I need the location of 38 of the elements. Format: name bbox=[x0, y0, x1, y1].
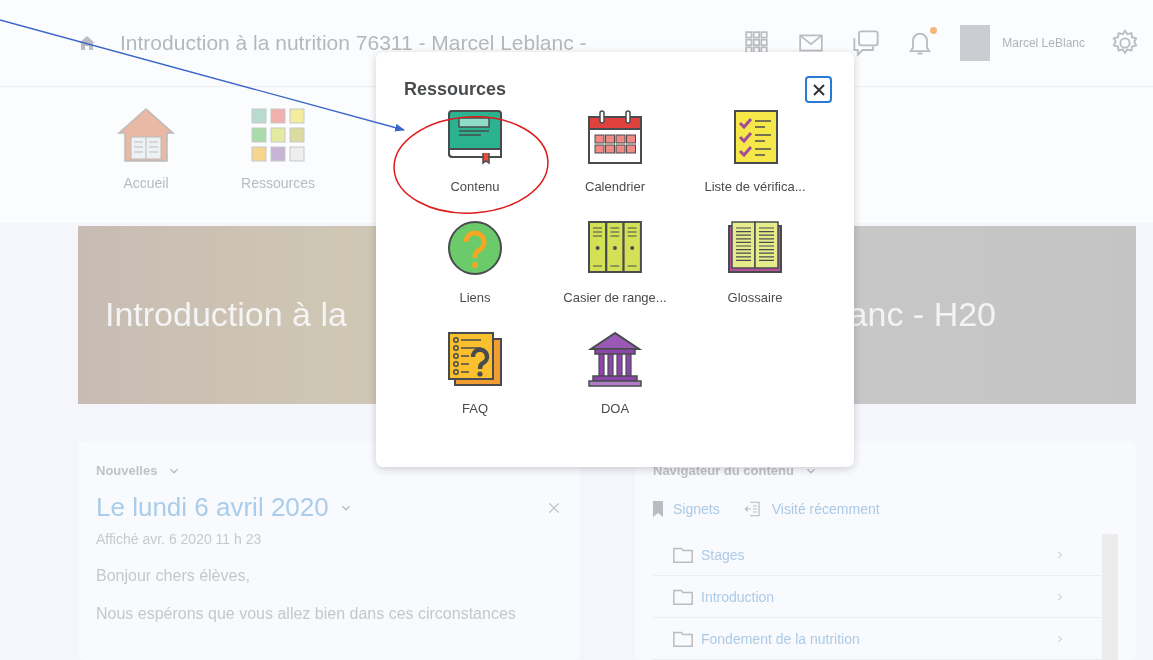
unread-dot bbox=[930, 27, 938, 35]
book-icon bbox=[447, 109, 503, 165]
nav-item[interactable]: Ressources bbox=[232, 107, 324, 223]
avatar-placeholder[interactable] bbox=[960, 25, 991, 62]
panel-title: Nouvelles bbox=[96, 463, 158, 478]
banner-title: Introduction à la bbox=[105, 295, 347, 335]
question-mark-icon bbox=[447, 220, 503, 276]
resource-tile[interactable]: Liens bbox=[405, 220, 545, 305]
institution-icon bbox=[587, 331, 643, 387]
resource-tile[interactable]: DOA bbox=[545, 331, 685, 416]
course-title: Introduction à la nutrition 76311 - Marcel Leblanc - bbox=[120, 31, 588, 56]
close-button[interactable] bbox=[805, 76, 832, 103]
home-icon[interactable] bbox=[78, 35, 96, 52]
content-list-item[interactable]: Stages bbox=[653, 534, 1102, 576]
lockers-icon bbox=[587, 220, 643, 276]
resource-tile[interactable]: FAQ bbox=[405, 331, 545, 416]
resource-tile[interactable]: Glossaire bbox=[685, 220, 825, 305]
resource-tile[interactable]: Calendrier bbox=[545, 109, 685, 194]
bookmark-icon bbox=[653, 501, 663, 517]
nav-item[interactable]: Accueil bbox=[100, 107, 192, 223]
house-icon bbox=[117, 107, 175, 164]
history-list-icon bbox=[743, 500, 762, 518]
content-list-item[interactable]: Introduction bbox=[653, 576, 1102, 618]
navigator-link[interactable]: Signets bbox=[653, 500, 720, 518]
resource-tile[interactable]: Liste de vérifica... bbox=[685, 109, 825, 194]
resource-tile[interactable]: Contenu bbox=[405, 109, 545, 194]
calendar-icon bbox=[587, 109, 643, 165]
open-book-icon bbox=[727, 220, 783, 276]
navigator-link[interactable]: Visité récemment bbox=[743, 500, 880, 518]
news-headline[interactable]: Le lundi 6 avril 2020 bbox=[96, 492, 329, 523]
user-name[interactable]: Marcel LeBlanc bbox=[1002, 36, 1085, 51]
content-list-item[interactable]: Fondement de la nutrition bbox=[653, 618, 1102, 660]
resource-tile[interactable]: Casier de range... bbox=[545, 220, 685, 305]
panel-title: Navigateur du contenu bbox=[653, 463, 794, 478]
dialog-title: Ressources bbox=[404, 79, 507, 100]
resource-tiles-icon bbox=[250, 107, 306, 164]
close-icon bbox=[811, 82, 826, 97]
faq-document-icon bbox=[447, 331, 503, 387]
